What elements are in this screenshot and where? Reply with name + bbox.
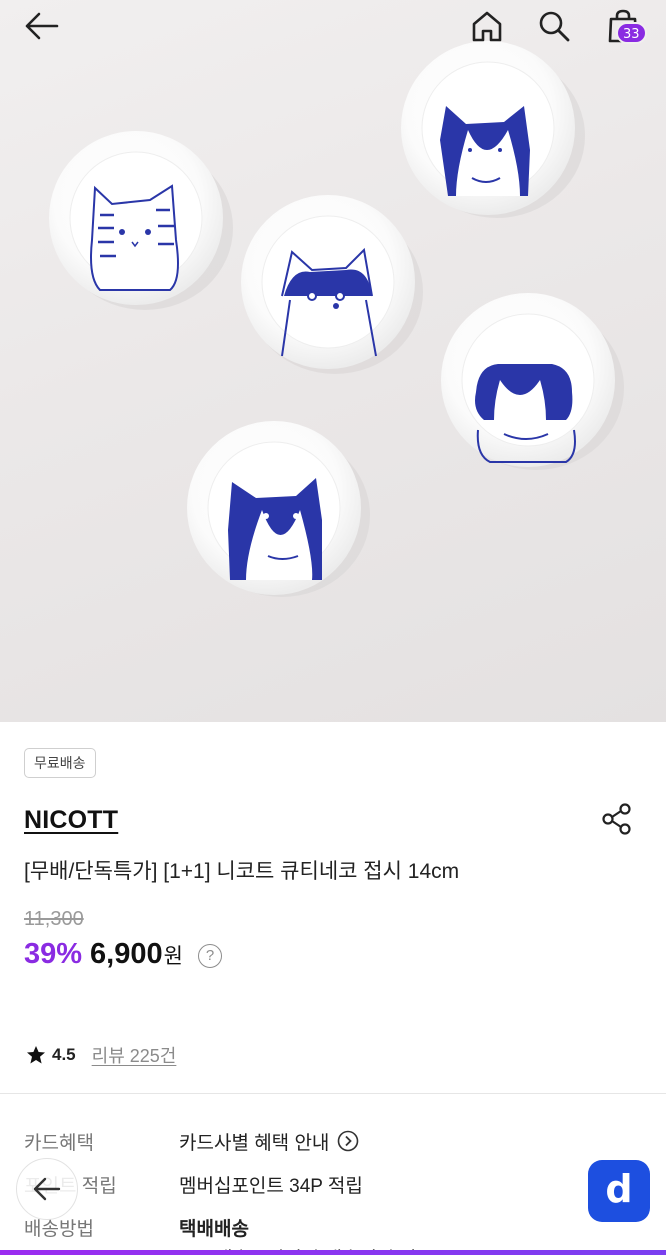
share-button[interactable] — [600, 802, 634, 836]
free-shipping-badge: 무료배송 — [24, 748, 96, 778]
back-button[interactable] — [22, 6, 62, 46]
currency-label: 원 — [163, 945, 183, 968]
top-navigation: 33 — [0, 0, 666, 52]
home-button[interactable] — [467, 6, 507, 46]
section-divider — [0, 1093, 666, 1094]
info-value: 택배배송 — [179, 1218, 249, 1240]
original-price: 11,300 — [24, 908, 84, 930]
search-button[interactable] — [534, 6, 574, 46]
home-icon — [472, 11, 502, 42]
back-arrow-icon — [25, 12, 59, 40]
app-logo-letter: d — [605, 1167, 633, 1211]
plate-tabby — [49, 131, 223, 305]
share-icon — [602, 803, 631, 835]
price-help-icon[interactable]: ? — [198, 944, 222, 968]
sale-price: 6,900 — [90, 938, 163, 970]
search-icon — [539, 11, 570, 42]
cart-count-badge: 33 — [616, 22, 647, 44]
info-row-card-benefit: 카드혜택 카드사별 혜택 안내 — [24, 1126, 644, 1156]
product-image[interactable] — [0, 0, 666, 722]
chevron-right-circle-icon — [338, 1130, 359, 1152]
plate-fold-ear — [441, 293, 615, 467]
discount-rate: 39% — [24, 938, 83, 970]
floating-back-button[interactable] — [16, 1158, 78, 1220]
star-icon — [27, 1046, 45, 1064]
card-benefit-link[interactable]: 카드사별 혜택 안내 — [179, 1128, 359, 1155]
back-arrow-icon — [33, 1177, 61, 1201]
info-row-shipping: 배송방법 택배배송 — [24, 1212, 644, 1242]
plate-center-cat — [241, 195, 415, 369]
price-row: 39% 6,900 원 — [24, 938, 183, 971]
rating-value: 4.5 — [52, 1045, 76, 1064]
info-value: 멤버십포인트 34P 적립 — [179, 1175, 363, 1197]
info-value: 카드사별 혜택 안내 — [179, 1132, 330, 1154]
cat-plates-illustration — [49, 41, 624, 597]
review-count-link[interactable]: 리뷰 225건 — [92, 1042, 177, 1068]
plate-tuxedo-top — [401, 41, 575, 215]
info-row-points: 포인트 적립 멤버십포인트 34P 적립 — [24, 1169, 644, 1199]
info-label: 카드혜택 — [24, 1132, 94, 1154]
rating-summary: 4.5 리뷰 225건 — [26, 1042, 176, 1068]
brand-link[interactable]: NICOTT — [24, 806, 118, 835]
bottom-accent-bar — [0, 1250, 666, 1255]
product-title: [무배/단독특가] [1+1] 니코트 큐티네코 접시 14cm — [24, 860, 460, 883]
app-launch-button[interactable]: d — [588, 1160, 650, 1222]
plate-tuxedo-bottom — [187, 421, 361, 595]
